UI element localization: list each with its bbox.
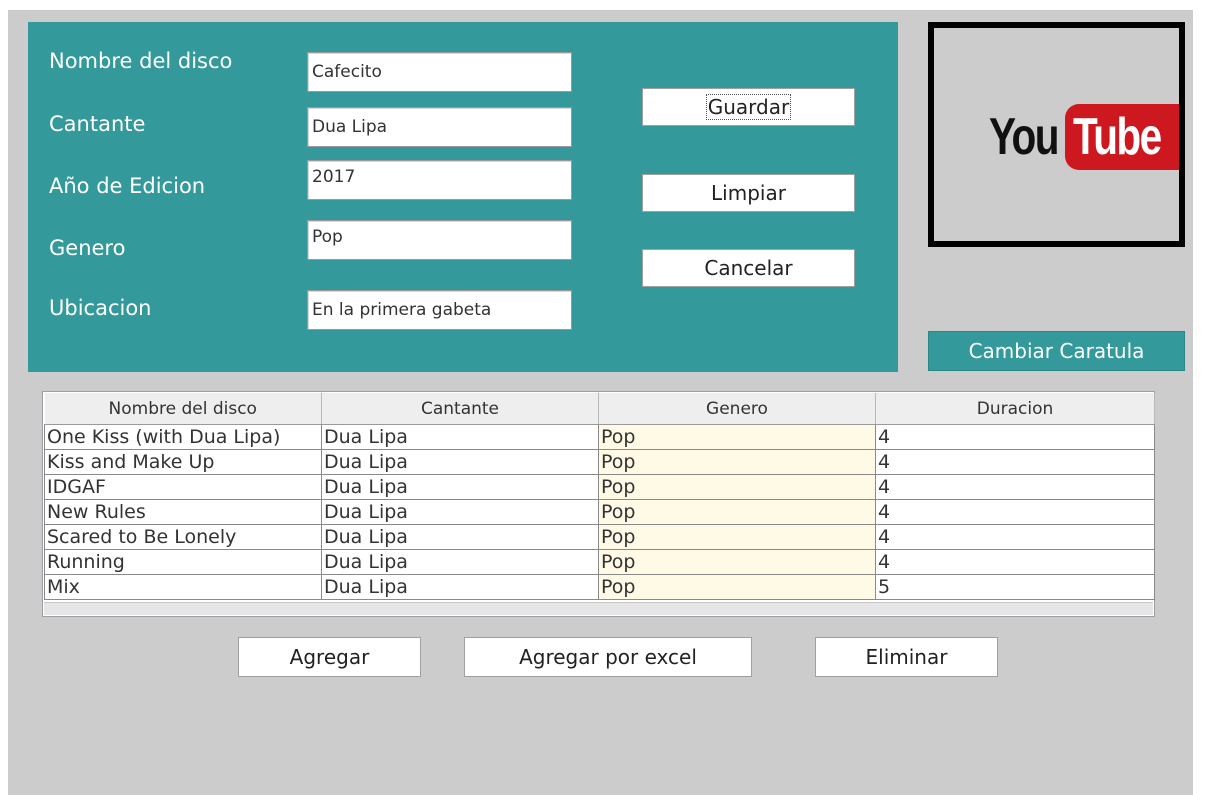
cell-duration[interactable]: 5: [875, 574, 1155, 600]
cell-genre[interactable]: Pop: [598, 524, 876, 550]
table-row[interactable]: Running Dua Lipa Pop 4: [44, 549, 1155, 575]
album-cover-frame: You Tube: [928, 22, 1185, 247]
cancel-button-label: Cancelar: [704, 256, 793, 280]
year-field[interactable]: 2017: [307, 160, 572, 200]
delete-button[interactable]: Eliminar: [815, 637, 998, 677]
table-row[interactable]: IDGAF Dua Lipa Pop 4: [44, 474, 1155, 500]
cell-singer[interactable]: Dua Lipa: [321, 524, 599, 550]
discs-table-container: Nombre del disco Cantante Genero Duracio…: [42, 391, 1155, 617]
cell-singer[interactable]: Dua Lipa: [321, 449, 599, 475]
location-label: Ubicacion: [49, 296, 152, 320]
cell-disc-name[interactable]: IDGAF: [44, 474, 322, 500]
cell-singer[interactable]: Dua Lipa: [321, 549, 599, 575]
cell-disc-name[interactable]: Scared to Be Lonely: [44, 524, 322, 550]
table-row[interactable]: New Rules Dua Lipa Pop 4: [44, 499, 1155, 525]
youtube-logo-you: You: [989, 108, 1059, 166]
discs-table: Nombre del disco Cantante Genero Duracio…: [44, 393, 1155, 600]
cell-disc-name[interactable]: Kiss and Make Up: [44, 449, 322, 475]
app-window: Nombre del disco Cafecito Cantante Dua L…: [8, 10, 1193, 795]
year-label: Año de Edicion: [49, 174, 206, 198]
cell-genre[interactable]: Pop: [598, 499, 876, 525]
cell-genre[interactable]: Pop: [598, 449, 876, 475]
genre-field[interactable]: Pop: [307, 220, 572, 260]
disc-name-field[interactable]: Cafecito: [307, 52, 572, 92]
clear-button[interactable]: Limpiar: [642, 174, 855, 212]
save-button[interactable]: Guardar: [642, 88, 855, 126]
cell-genre[interactable]: Pop: [598, 424, 876, 450]
youtube-logo: You Tube: [989, 102, 1179, 172]
cell-disc-name[interactable]: New Rules: [44, 499, 322, 525]
table-row[interactable]: Kiss and Make Up Dua Lipa Pop 4: [44, 449, 1155, 475]
cell-singer[interactable]: Dua Lipa: [321, 474, 599, 500]
cell-duration[interactable]: 4: [875, 499, 1155, 525]
youtube-logo-tube-box: Tube: [1065, 104, 1179, 170]
cell-singer[interactable]: Dua Lipa: [321, 574, 599, 600]
cell-disc-name[interactable]: Mix: [44, 574, 322, 600]
cancel-button[interactable]: Cancelar: [642, 249, 855, 287]
disc-form-panel: Nombre del disco Cafecito Cantante Dua L…: [28, 22, 898, 372]
disc-name-label: Nombre del disco: [49, 49, 233, 73]
location-field[interactable]: En la primera gabeta: [307, 290, 572, 330]
horizontal-scrollbar[interactable]: [44, 602, 1153, 615]
cell-duration[interactable]: 4: [875, 474, 1155, 500]
table-header-row: Nombre del disco Cantante Genero Duracio…: [44, 393, 1155, 425]
youtube-logo-tube: Tube: [1073, 108, 1162, 166]
cell-duration[interactable]: 4: [875, 524, 1155, 550]
cell-duration[interactable]: 4: [875, 549, 1155, 575]
save-button-label: Guardar: [705, 94, 792, 120]
cell-singer[interactable]: Dua Lipa: [321, 424, 599, 450]
change-cover-button[interactable]: Cambiar Caratula: [928, 331, 1185, 371]
cell-genre[interactable]: Pop: [598, 549, 876, 575]
clear-button-label: Limpiar: [711, 181, 786, 205]
cell-disc-name[interactable]: Running: [44, 549, 322, 575]
singer-field[interactable]: Dua Lipa: [307, 107, 572, 147]
table-row[interactable]: One Kiss (with Dua Lipa) Dua Lipa Pop 4: [44, 424, 1155, 450]
cell-singer[interactable]: Dua Lipa: [321, 499, 599, 525]
cell-genre[interactable]: Pop: [598, 474, 876, 500]
add-button[interactable]: Agregar: [238, 637, 421, 677]
cell-duration[interactable]: 4: [875, 449, 1155, 475]
cell-genre[interactable]: Pop: [598, 574, 876, 600]
cell-duration[interactable]: 4: [875, 424, 1155, 450]
column-header-disc-name[interactable]: Nombre del disco: [44, 393, 322, 425]
column-header-duration[interactable]: Duracion: [875, 393, 1155, 425]
column-header-singer[interactable]: Cantante: [321, 393, 599, 425]
table-row[interactable]: Scared to Be Lonely Dua Lipa Pop 4: [44, 524, 1155, 550]
genre-label: Genero: [49, 236, 126, 260]
column-header-genre[interactable]: Genero: [598, 393, 876, 425]
add-from-excel-button[interactable]: Agregar por excel: [464, 637, 752, 677]
table-row[interactable]: Mix Dua Lipa Pop 5: [44, 574, 1155, 600]
singer-label: Cantante: [49, 112, 146, 136]
cell-disc-name[interactable]: One Kiss (with Dua Lipa): [44, 424, 322, 450]
